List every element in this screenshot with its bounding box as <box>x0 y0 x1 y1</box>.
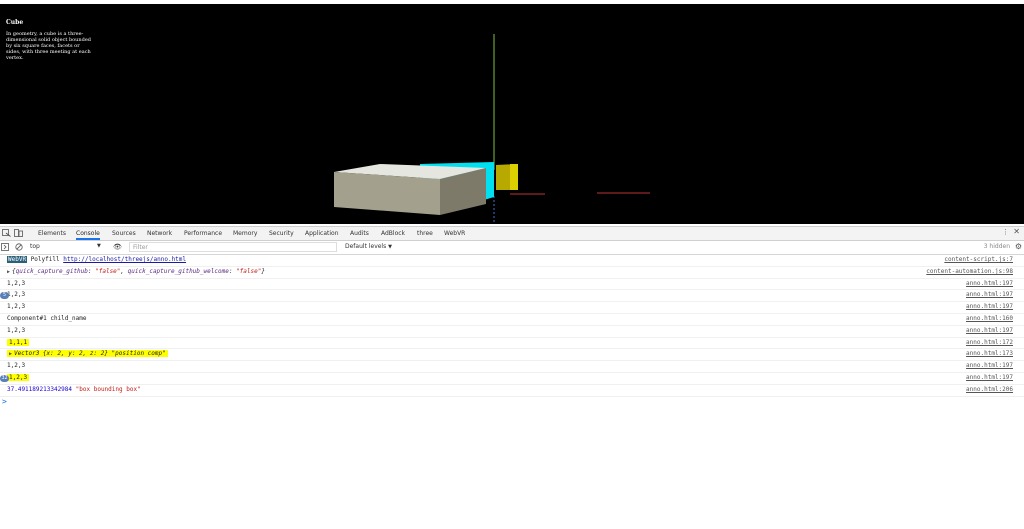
log-row: 37.491189213342984 "box bounding box" an… <box>0 385 1024 397</box>
log-link[interactable]: http://localhost/threejs/anno.html <box>63 256 186 263</box>
repeat-count-badge: 32 <box>0 374 9 382</box>
filter-input[interactable]: Filter <box>129 242 337 252</box>
log-text-highlighted: 1,1,1 <box>7 338 30 346</box>
chevron-down-icon: ▼ <box>388 244 393 250</box>
source-link[interactable]: anno.html:197 <box>966 279 1013 290</box>
log-row[interactable]: ▶ {quick_capture_github: "false", quick_c… <box>0 267 1024 279</box>
log-text: Polyfill <box>30 256 64 263</box>
tab-elements[interactable]: Elements <box>38 229 66 238</box>
source-link[interactable]: anno.html:206 <box>966 385 1013 396</box>
scene-graphic <box>334 34 650 224</box>
source-link[interactable]: anno.html:197 <box>966 302 1013 313</box>
tab-security[interactable]: Security <box>269 229 294 238</box>
close-icon[interactable]: ✕ <box>1013 227 1020 236</box>
more-options-icon[interactable]: ⋮ <box>1002 228 1009 236</box>
chevron-down-icon: ▼ <box>97 243 101 249</box>
sidebar-toggle-icon[interactable] <box>1 243 9 251</box>
log-row: 1,1,1 anno.html:172 <box>0 338 1024 350</box>
tab-network[interactable]: Network <box>147 229 172 238</box>
log-row: 1,2,3 anno.html:197 <box>0 279 1024 291</box>
log-levels-dropdown[interactable]: Default levels ▼ <box>345 243 392 250</box>
console-prompt[interactable]: > <box>0 397 1024 408</box>
tab-audits[interactable]: Audits <box>350 229 369 238</box>
log-text: 1,2,3 <box>7 279 26 287</box>
source-link[interactable]: anno.html:197 <box>966 361 1013 372</box>
gear-icon[interactable]: ⚙ <box>1015 242 1022 251</box>
source-link[interactable]: anno.html:172 <box>966 338 1013 349</box>
yellow-box-side <box>510 164 518 190</box>
source-link[interactable]: anno.html:197 <box>966 290 1013 301</box>
box-front <box>334 172 440 215</box>
tab-performance[interactable]: Performance <box>184 229 222 238</box>
log-text-highlighted: 1,2,3 <box>7 373 30 381</box>
log-row: 1,2,3 anno.html:197 <box>0 302 1024 314</box>
log-text: 1,2,3 <box>7 326 26 334</box>
hidden-count: 3 hidden <box>983 243 1010 250</box>
log-row: Component#1 child_name anno.html:160 <box>0 314 1024 326</box>
log-text: 1,2,3 <box>7 362 26 370</box>
object-preview: {quick_capture_github: "false", quick_ca… <box>12 267 265 275</box>
webvr-label: WebVR <box>7 256 28 263</box>
log-row: 1,2,3 anno.html:197 <box>0 326 1024 338</box>
log-row[interactable]: ▶ Vector3 {x: 2, y: 2, z: 2} "position co… <box>0 349 1024 362</box>
tab-adblock[interactable]: AdBlock <box>381 229 405 238</box>
tab-webvr[interactable]: WebVR <box>444 229 465 238</box>
context-selector[interactable]: top <box>30 243 102 251</box>
tab-application[interactable]: Application <box>305 229 339 238</box>
log-row: WebVR Polyfill http://localhost/threejs/… <box>0 255 1024 267</box>
log-number: 37.491189213342984 <box>7 385 73 393</box>
devtools-panel: Elements Console Sources Network Perform… <box>0 226 1024 529</box>
devtools-tabbar: Elements Console Sources Network Perform… <box>0 226 1024 241</box>
source-link[interactable]: anno.html:160 <box>966 314 1013 325</box>
log-row: 5 1,2,3 anno.html:197 <box>0 290 1024 303</box>
log-row: 32 1,2,3 anno.html:197 <box>0 373 1024 385</box>
tab-sources[interactable]: Sources <box>112 229 136 238</box>
tab-three[interactable]: three <box>417 229 433 238</box>
expand-triangle-icon[interactable]: ▶ <box>9 351 12 357</box>
source-link[interactable]: content-automation.js:98 <box>926 267 1013 278</box>
log-row: 1,2,3 anno.html:197 <box>0 361 1024 373</box>
expand-triangle-icon[interactable]: ▶ <box>7 269 10 275</box>
source-link[interactable]: anno.html:197 <box>966 373 1013 384</box>
console-toolbar: top ▼ 👁 Filter Default levels ▼ 3 hidden… <box>0 241 1024 255</box>
tab-console[interactable]: Console <box>76 229 100 240</box>
source-link[interactable]: content-script.js:7 <box>944 255 1013 266</box>
device-toolbar-icon[interactable] <box>14 229 23 237</box>
log-levels-label: Default levels <box>345 243 387 250</box>
clear-console-icon[interactable] <box>15 243 23 251</box>
log-text: 1,2,3 <box>7 303 26 311</box>
three-canvas[interactable]: Cube In geometry, a cube is a three-dime… <box>0 4 1024 224</box>
source-link[interactable]: anno.html:197 <box>966 326 1013 337</box>
log-text: 1,2,3 <box>7 291 26 299</box>
console-log: WebVR Polyfill http://localhost/threejs/… <box>0 255 1024 407</box>
log-string: "box bounding box" <box>75 385 141 393</box>
log-text: Component#1 child_name <box>7 314 87 322</box>
inspect-element-icon[interactable] <box>2 229 11 237</box>
tab-memory[interactable]: Memory <box>233 229 257 238</box>
source-link[interactable]: anno.html:173 <box>966 349 1013 360</box>
live-expression-eye-icon[interactable]: 👁 <box>113 243 122 251</box>
log-text-highlighted: ▶ Vector3 {x: 2, y: 2, z: 2} "position co… <box>7 350 168 358</box>
